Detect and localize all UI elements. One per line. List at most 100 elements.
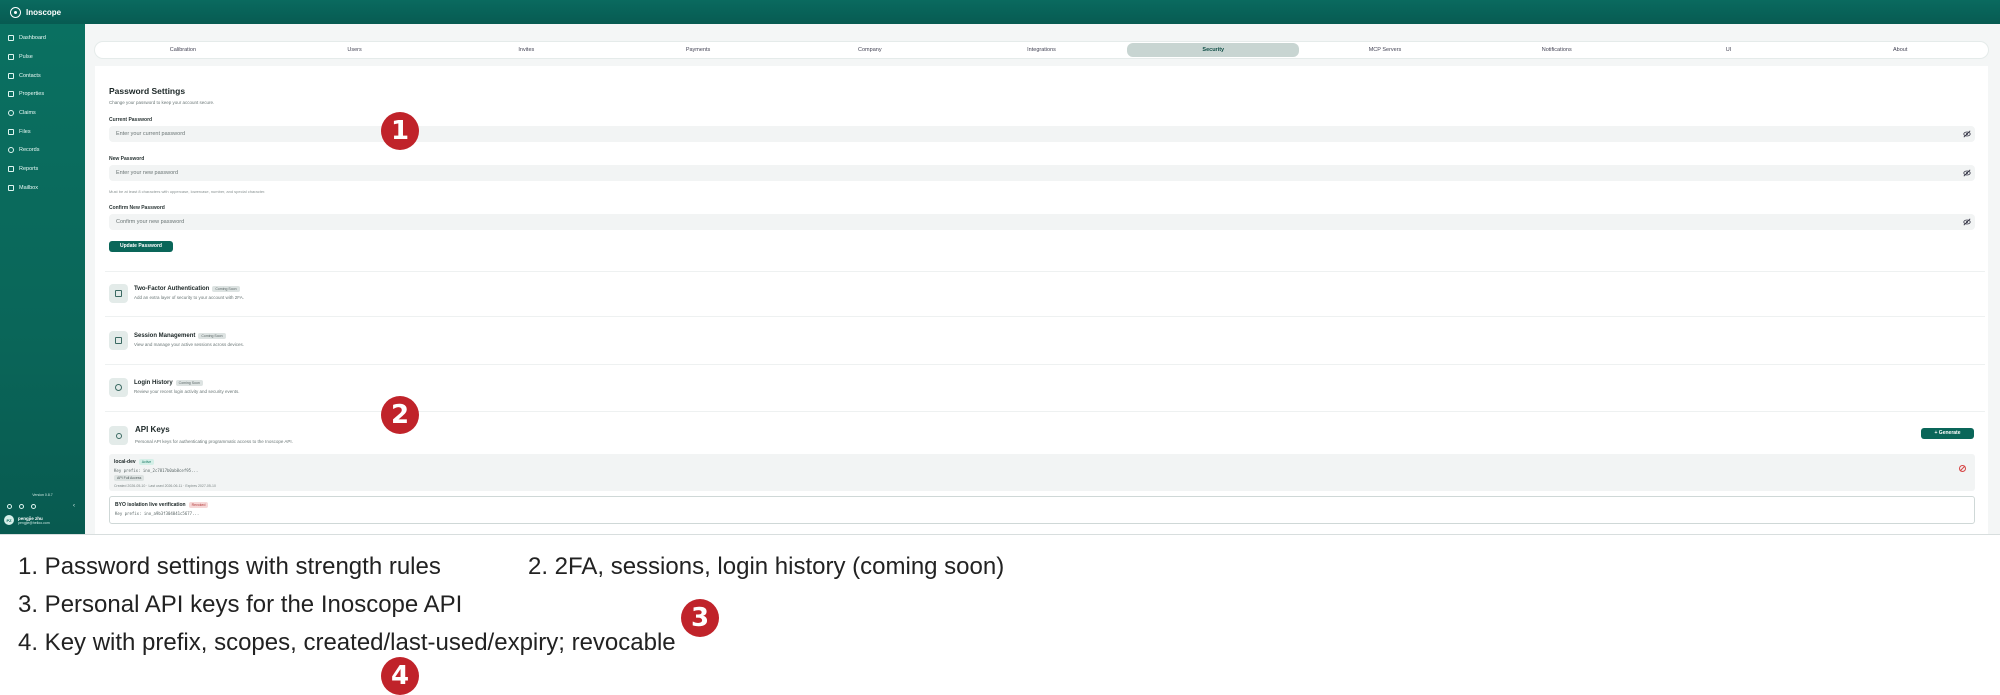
sidebar-item-mailbox[interactable]: Mailbox	[0, 179, 85, 198]
api-key-name: BYO isolation live verification	[115, 502, 186, 508]
password-settings-title: Password Settings	[109, 86, 186, 96]
status-badge: Revoked	[188, 502, 209, 508]
key-icon	[109, 426, 128, 445]
app-name: Inoscope	[26, 7, 62, 17]
two-factor-desc: Add an extra layer of security to your a…	[134, 295, 245, 300]
tab-payments[interactable]: Payments	[612, 43, 784, 57]
login-history-title: Login History	[134, 380, 173, 386]
two-factor-section: Two-Factor Authentication Coming Soon Add…	[109, 280, 244, 306]
sidebar-item-pulse[interactable]: Pulse	[0, 48, 85, 67]
settings-icon[interactable]	[7, 504, 12, 509]
callout-3: 3	[681, 599, 719, 637]
eye-off-icon[interactable]	[1963, 218, 1971, 226]
sidebar-item-contacts[interactable]: Contacts	[0, 66, 85, 85]
caption-area: 1. Password settings with strength rules…	[0, 534, 2000, 685]
confirm-password-placeholder: Confirm your new password	[116, 219, 185, 225]
tab-notifications[interactable]: Notifications	[1471, 43, 1643, 57]
book-icon[interactable]	[19, 504, 24, 509]
password-settings-subtitle: Change your password to keep your accoun…	[109, 100, 215, 105]
session-management-section: Session Management Coming Soon View and m…	[109, 327, 244, 353]
coming-soon-badge: Coming Soon	[175, 380, 203, 386]
divider	[105, 316, 1985, 317]
session-management-title: Session Management	[134, 333, 196, 339]
pulse-icon	[8, 54, 14, 61]
scope-badge: API Full Access	[114, 475, 145, 481]
top-bar: Inoscope	[0, 0, 2000, 24]
mic-icon	[8, 147, 14, 154]
tab-invites[interactable]: Invites	[440, 43, 612, 57]
security-panel: Password Settings Change your password t…	[95, 66, 1988, 534]
status-badge: Active	[138, 459, 155, 465]
sidebar-item-label: Pulse	[19, 54, 33, 61]
revoke-icon[interactable]	[1959, 465, 1966, 472]
sidebar-item-label: Claims	[19, 110, 36, 117]
sidebar-item-label: Mailbox	[19, 184, 38, 191]
bell-icon[interactable]	[31, 504, 36, 509]
sidebar-item-label: Records	[19, 147, 40, 154]
sidebar-item-records[interactable]: Records	[0, 141, 85, 160]
tab-integrations[interactable]: Integrations	[956, 43, 1128, 57]
callout-1: 1	[381, 112, 419, 150]
tab-calibration[interactable]: Calibration	[97, 43, 269, 57]
password-strength-hint: Must be at least 8 characters with upper…	[109, 189, 266, 194]
user-menu[interactable]: PZ pengjie zhu pengjie@helloo.com	[4, 515, 50, 525]
callout-4: 4	[381, 657, 419, 695]
sidebar-item-reports[interactable]: Reports	[0, 160, 85, 179]
report-icon	[8, 166, 14, 173]
tab-ui[interactable]: UI	[1643, 43, 1815, 57]
sidebar-item-label: Properties	[19, 91, 45, 98]
caption-3: 3. Personal API keys for the Inoscope AP…	[18, 591, 463, 618]
collapse-sidebar-icon[interactable]: ‹	[73, 503, 75, 509]
tab-about[interactable]: About	[1814, 43, 1986, 57]
divider	[105, 364, 1985, 365]
home-icon	[8, 91, 14, 98]
main-content: Calibration Users Invites Payments Compa…	[85, 24, 2000, 534]
sidebar-item-dashboard[interactable]: Dashboard	[0, 29, 85, 48]
brand[interactable]: Inoscope	[10, 6, 62, 18]
sidebar-item-label: Reports	[19, 166, 39, 173]
tab-users[interactable]: Users	[269, 43, 441, 57]
sidebar: Dashboard Pulse Contacts Properties Clai…	[0, 24, 85, 534]
devices-icon	[109, 330, 128, 350]
generate-api-key-button[interactable]: + Generate	[1921, 428, 1974, 439]
api-key-card: local-dev Active Key prefix: ino_2c7817b0…	[109, 454, 1975, 491]
sidebar-item-claims[interactable]: Claims	[0, 104, 85, 123]
sidebar-item-files[interactable]: Files	[0, 122, 85, 141]
grid-icon	[8, 35, 14, 42]
sidebar-footer-icons: ‹	[7, 503, 75, 509]
new-password-field[interactable]: Enter your new password	[109, 165, 1975, 181]
update-password-button[interactable]: Update Password	[109, 241, 173, 252]
eye-off-icon[interactable]	[1963, 169, 1971, 177]
eye-off-icon[interactable]	[1963, 130, 1971, 138]
user-email: pengjie@helloo.com	[18, 520, 50, 525]
mail-icon	[8, 184, 14, 191]
new-password-label: New Password	[109, 156, 145, 162]
api-key-name: local-dev	[114, 459, 136, 465]
sidebar-item-label: Files	[19, 128, 31, 135]
sidebar-item-label: Contacts	[19, 72, 41, 79]
new-password-placeholder: Enter your new password	[116, 170, 179, 176]
callout-2: 2	[381, 396, 419, 434]
api-key-prefix: Key prefix: ino_a9b3f304041c5677...	[115, 511, 200, 516]
confirm-password-label: Confirm New Password	[109, 205, 165, 211]
two-factor-title: Two-Factor Authentication	[134, 286, 210, 292]
confirm-password-field[interactable]: Confirm your new password	[109, 214, 1975, 230]
inoscope-logo-icon	[10, 6, 21, 18]
version-label: Version 0.8.7	[32, 493, 53, 497]
coming-soon-badge: Coming Soon	[212, 286, 240, 292]
history-icon	[109, 377, 128, 397]
tab-mcp-servers[interactable]: MCP Servers	[1299, 43, 1471, 57]
caption-1: 1. Password settings with strength rules	[18, 553, 441, 580]
sidebar-item-label: Dashboard	[19, 35, 46, 42]
login-history-section: Login History Coming Soon Review your rec…	[109, 374, 240, 400]
api-keys-subtitle: Personal API keys for authenticating pro…	[135, 439, 293, 444]
login-history-desc: Review your recent login activity and se…	[134, 389, 240, 394]
api-key-meta: Created 2026-05-10 · Last used 2026-06-1…	[114, 484, 216, 488]
phone-icon	[109, 283, 128, 303]
current-password-placeholder: Enter your current password	[116, 131, 186, 137]
shield-icon	[8, 110, 14, 117]
tab-company[interactable]: Company	[784, 43, 956, 57]
sidebar-item-properties[interactable]: Properties	[0, 85, 85, 104]
tab-security[interactable]: Security	[1127, 43, 1300, 57]
avatar: PZ	[4, 515, 14, 525]
